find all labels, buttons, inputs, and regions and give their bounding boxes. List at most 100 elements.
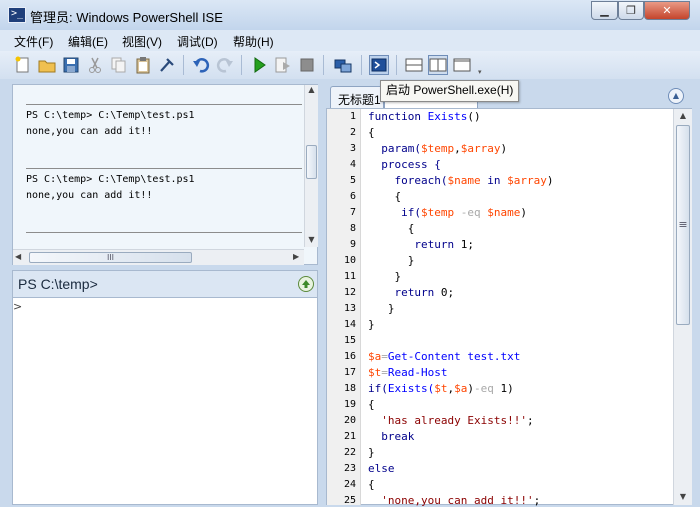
menu-help[interactable]: 帮助(H) bbox=[233, 33, 274, 50]
code-line[interactable]: process { bbox=[368, 158, 441, 171]
code-token: $a bbox=[454, 382, 468, 395]
code-line[interactable]: { bbox=[368, 478, 375, 491]
menu-debug[interactable]: 调试(D) bbox=[177, 33, 218, 50]
code-line[interactable]: } bbox=[368, 302, 395, 315]
layout-max-icon[interactable] bbox=[452, 55, 472, 75]
output-horizontal-scrollbar[interactable]: ◀ III ▶ bbox=[13, 249, 304, 265]
layout-side-icon[interactable] bbox=[428, 55, 448, 75]
scroll-up-arrow-icon[interactable]: ▲ bbox=[307, 85, 316, 94]
code-line[interactable]: 'has already Exists!!'; bbox=[368, 414, 533, 427]
output-vertical-scrollbar[interactable]: ▲ ▼ bbox=[304, 85, 318, 247]
code-line[interactable]: param($temp,$array) bbox=[368, 142, 507, 155]
code-line[interactable]: else bbox=[368, 462, 395, 475]
code-line[interactable]: { bbox=[368, 190, 401, 203]
copy-icon[interactable] bbox=[109, 55, 129, 75]
paste-icon[interactable] bbox=[133, 55, 153, 75]
powershell-icon[interactable] bbox=[369, 55, 389, 75]
toolbar-separator bbox=[183, 55, 184, 75]
scroll-up-arrow-icon[interactable]: ▲ bbox=[678, 111, 688, 120]
code-token: $temp bbox=[420, 142, 455, 155]
line-number: 3 bbox=[349, 143, 356, 154]
output-separator bbox=[26, 168, 302, 169]
code-token: if( bbox=[368, 382, 388, 395]
tab-label: 无标题1 bbox=[338, 93, 381, 107]
new-icon[interactable] bbox=[13, 55, 33, 75]
line-number: 12 bbox=[343, 287, 356, 298]
code-token: foreach( bbox=[368, 174, 448, 187]
scroll-left-arrow-icon[interactable]: ◀ bbox=[15, 252, 21, 261]
stop-icon[interactable] bbox=[297, 55, 317, 75]
code-line[interactable]: { bbox=[368, 222, 415, 235]
toolbar-overflow-icon[interactable]: ▾ bbox=[478, 68, 486, 76]
code-token: $a bbox=[368, 350, 382, 363]
redo-icon[interactable] bbox=[215, 55, 235, 75]
code-line[interactable]: function Exists() bbox=[368, 110, 481, 123]
code-line[interactable]: $a=Get-Content test.txt bbox=[368, 350, 520, 363]
code-line[interactable]: $t=Read-Host bbox=[368, 366, 447, 379]
command-input[interactable] bbox=[12, 298, 318, 505]
run-icon[interactable] bbox=[249, 55, 269, 75]
code-token: { bbox=[368, 222, 415, 235]
clear-icon[interactable] bbox=[157, 55, 177, 75]
powershell-app-icon: >_ bbox=[8, 7, 26, 23]
code-token: , bbox=[454, 142, 461, 155]
line-number: 5 bbox=[349, 175, 356, 186]
code-token: ) bbox=[520, 206, 527, 219]
code-line[interactable]: return 0; bbox=[368, 286, 454, 299]
minimize-button[interactable]: ▁ bbox=[591, 1, 618, 20]
code-line[interactable]: if(Exists($t,$a)-eq 1) bbox=[368, 382, 514, 395]
menu-edit[interactable]: 编辑(E) bbox=[68, 33, 108, 50]
code-line[interactable]: } bbox=[368, 270, 401, 283]
layout-top-icon[interactable] bbox=[404, 55, 424, 75]
scroll-right-arrow-icon[interactable]: ▶ bbox=[293, 252, 299, 261]
line-number: 16 bbox=[343, 351, 356, 362]
save-icon[interactable] bbox=[61, 55, 81, 75]
code-token: $array bbox=[507, 174, 547, 187]
remote-icon[interactable] bbox=[333, 55, 353, 75]
menu-file[interactable]: 文件(F) bbox=[14, 33, 53, 50]
line-number: 4 bbox=[349, 159, 356, 170]
scroll-down-arrow-icon[interactable]: ▼ bbox=[678, 492, 688, 501]
open-icon[interactable] bbox=[37, 55, 57, 75]
tooltip: 启动 PowerShell.exe(H) bbox=[380, 80, 520, 102]
code-line[interactable]: } bbox=[368, 254, 415, 267]
run-selection-icon[interactable] bbox=[273, 55, 293, 75]
code-token: Get-Content bbox=[387, 350, 468, 363]
maximize-button[interactable]: ❐ bbox=[618, 1, 644, 20]
code-token: Exists bbox=[427, 110, 468, 123]
editor-vertical-scrollbar[interactable]: ▲ ≡ ▼ bbox=[673, 109, 692, 505]
code-line[interactable]: return 1; bbox=[368, 238, 474, 251]
scroll-down-arrow-icon[interactable]: ▼ bbox=[307, 235, 316, 244]
code-line[interactable]: if($temp -eq $name) bbox=[368, 206, 527, 219]
code-token: break bbox=[368, 430, 415, 443]
code-line[interactable]: { bbox=[368, 398, 375, 411]
code-line[interactable]: 'none,you can add it!!'; bbox=[368, 494, 540, 507]
run-command-button[interactable] bbox=[298, 276, 314, 292]
scroll-thumb[interactable]: III bbox=[29, 252, 192, 263]
line-number: 22 bbox=[343, 447, 356, 458]
code-line[interactable]: } bbox=[368, 446, 375, 459]
output-result: none,you can add it!! bbox=[26, 190, 153, 201]
command-prompt: PS C:\temp> bbox=[18, 276, 98, 292]
cut-icon[interactable] bbox=[85, 55, 105, 75]
menu-view[interactable]: 视图(V) bbox=[122, 33, 162, 50]
close-button[interactable]: ✕ bbox=[644, 1, 690, 20]
code-line[interactable]: { bbox=[368, 126, 375, 139]
code-token: ) bbox=[467, 382, 474, 395]
code-token: } bbox=[368, 318, 375, 331]
collapse-script-pane-button[interactable]: ▲ bbox=[668, 88, 684, 104]
scroll-thumb[interactable] bbox=[306, 145, 317, 179]
toolbar-separator bbox=[396, 55, 397, 75]
code-line[interactable]: foreach($name in $array) bbox=[368, 174, 553, 187]
code-token: $temp bbox=[420, 206, 455, 219]
code-line[interactable]: } bbox=[368, 318, 375, 331]
line-number: 2 bbox=[349, 127, 356, 138]
code-token: () bbox=[467, 110, 481, 123]
code-line[interactable]: break bbox=[368, 430, 414, 443]
code-token: 'has already Exists!!' bbox=[368, 414, 527, 427]
tab-untitled1[interactable]: 无标题1 bbox=[330, 86, 384, 108]
code-token: 'none,you can add it!!' bbox=[368, 494, 534, 507]
undo-icon[interactable] bbox=[191, 55, 211, 75]
scroll-thumb[interactable]: ≡ bbox=[676, 125, 690, 325]
code-token: function bbox=[368, 110, 428, 123]
